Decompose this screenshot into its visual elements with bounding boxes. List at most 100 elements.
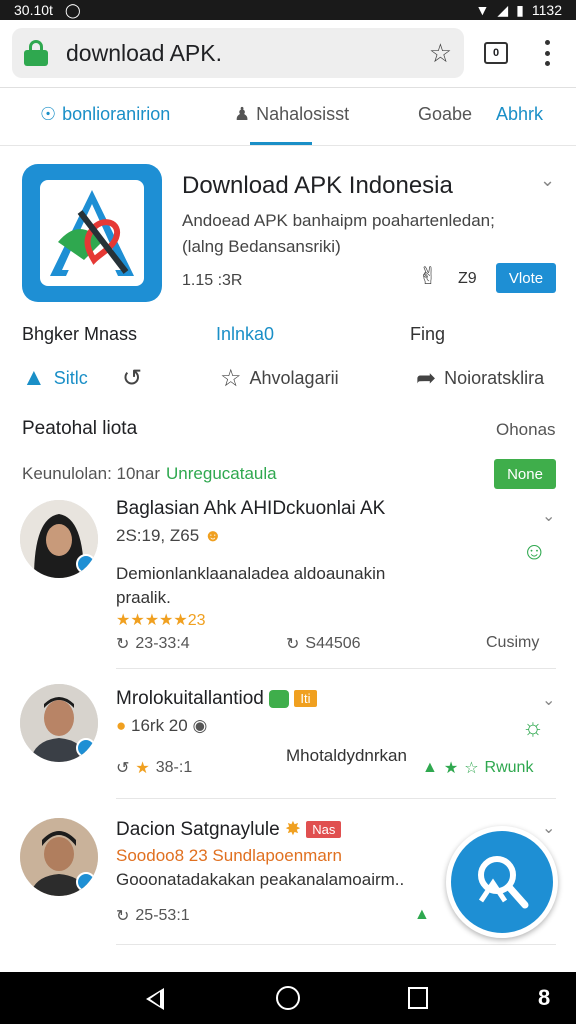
tab-apps[interactable]: Abhrk	[496, 104, 543, 125]
chevron-down-icon[interactable]: ⌄	[542, 818, 555, 838]
info-item: Bhgker Mnass	[22, 324, 138, 344]
overflow-menu-icon[interactable]	[540, 40, 554, 66]
review-link[interactable]: Rwunk	[485, 759, 534, 777]
home-icon: ☉	[40, 104, 57, 124]
review-footer-right[interactable]: ▲	[414, 906, 430, 924]
app-meta: 1.15 :3R	[182, 272, 243, 289]
review-footer-mid: ↻ S44506	[286, 634, 361, 654]
tabs-count-button[interactable]: 0	[484, 42, 508, 64]
review-date: 2S:19, Z65	[116, 526, 200, 545]
review-time: 25-53:1	[135, 907, 190, 924]
avatar[interactable]	[20, 500, 98, 578]
search-icon	[478, 856, 529, 909]
review-footer-right[interactable]: ▲ ★ ☆ Rwunk	[422, 758, 533, 778]
url-bar[interactable]: download APK. ☆	[12, 28, 464, 78]
comment-icon[interactable]: ☼	[522, 714, 544, 742]
chevron-down-icon[interactable]: ⌄	[542, 506, 555, 526]
review-time: 38-:1	[155, 759, 193, 776]
filter-value[interactable]: Unregucataula	[166, 464, 277, 483]
share-action[interactable]: ➦ Noioratsklira	[416, 364, 544, 393]
status-left-text: 30.10t	[14, 2, 53, 18]
game-icon: ▲	[414, 906, 430, 923]
reviewer-name-text: Dacion Satgnaylule	[116, 819, 280, 840]
review-link[interactable]: Cusimy	[486, 634, 539, 652]
filter-label: Keunulolan: 10nar	[22, 464, 161, 483]
assistant-icon[interactable]: 8	[538, 985, 550, 1011]
tab-games[interactable]: Goabe	[418, 104, 472, 125]
recent-apps-icon[interactable]	[408, 987, 428, 1009]
tab-label: Goabe	[418, 104, 473, 124]
star-icon: ★	[443, 760, 459, 777]
lock-icon	[24, 40, 48, 66]
tab-account[interactable]: ♟ Nahalosisst	[234, 104, 349, 125]
rating-stars: ★★★★★23	[116, 612, 206, 629]
vote-button[interactable]: Vlote	[496, 263, 556, 293]
app-title: Download APK Indonesia	[182, 172, 453, 199]
divider	[116, 944, 556, 945]
app-logo-icon[interactable]	[22, 164, 162, 302]
star-outline-icon: ☆	[464, 760, 479, 777]
app-desc-line: (lalng Bedansansriki)	[182, 237, 341, 256]
user-icon: ♟	[234, 104, 251, 124]
review-subtitle: Soodoo8 23 Sundlapoenmarn	[116, 846, 342, 865]
reviewer-name: Mrolokuitallantiod Iti	[116, 688, 317, 710]
review-text: Mhotaldydnrkan	[286, 746, 407, 765]
new-button[interactable]: None	[494, 459, 556, 489]
info-link[interactable]: Inlnka0	[216, 324, 274, 345]
browser-toolbar: download APK. ☆ 0	[0, 20, 576, 88]
verified-badge-icon	[76, 738, 96, 758]
section-title: Peatohal liota	[22, 418, 138, 439]
status-bar: 30.10t ◯ ▼ ◢ ▮ 1132	[0, 0, 576, 20]
game-icon: ▲	[422, 759, 438, 776]
star-icon: ★	[135, 760, 150, 777]
section-link[interactable]: Ohonas	[496, 420, 556, 440]
share-icon: ➦	[416, 365, 437, 392]
thumbs-up-icon: ↺	[116, 760, 130, 777]
bookmark-star-icon[interactable]: ☆	[429, 38, 452, 69]
verified-badge-icon	[76, 554, 96, 574]
coin-icon: ●	[116, 716, 127, 735]
review-footer-right[interactable]: Cusimy	[486, 634, 539, 652]
tab-label: Nahalosisst	[256, 104, 350, 124]
back-icon-inner	[150, 992, 160, 1006]
avatar[interactable]	[20, 818, 98, 896]
thumbs-up-icon: ▲	[22, 364, 46, 391]
tab-home[interactable]: ☉ bonlioranirion	[40, 104, 170, 125]
review-text: Demionlanklaanaladea aldoaunakin praalik…	[116, 564, 386, 607]
info-item: Fing	[410, 324, 446, 344]
divider	[116, 798, 556, 799]
reviewer-name: Baglasian Ahk AHIDckuonlai AK	[116, 498, 386, 519]
search-fab-button[interactable]	[446, 826, 558, 938]
emoji-icon: ☻	[203, 526, 222, 545]
reply-action[interactable]: ↺	[122, 364, 142, 393]
alarm-icon: ◯	[64, 1, 81, 18]
url-text[interactable]: download APK.	[66, 40, 222, 67]
action-label: Noioratsklira	[444, 368, 545, 388]
wifi-icon: ▼	[475, 2, 490, 18]
refresh-icon: ↻	[286, 636, 300, 653]
system-nav-bar: 8	[0, 972, 576, 1024]
nav-tabs: ☉ bonlioranirion ♟ Nahalosisst Goabe Abh…	[0, 88, 576, 146]
filter-bar: Keunulolan: 10nar Unregucataula	[22, 464, 277, 484]
reviewer-name-text: Mrolokuitallantiod	[116, 688, 264, 709]
like-action[interactable]: ▲ Sitlc	[22, 364, 88, 392]
review-subtitle: 2S:19, Z65 ☻	[116, 526, 222, 546]
review-footer-left: ↻ 23-33:4	[116, 634, 190, 654]
favorite-action[interactable]: ☆ Ahvolagarii	[220, 364, 339, 393]
review-count: S44506	[305, 635, 361, 652]
approve-icon[interactable]: ☺	[522, 538, 547, 566]
active-tab-indicator	[250, 142, 312, 145]
refresh-icon: ↻	[116, 636, 130, 653]
signal-icon: ◢	[497, 1, 509, 18]
review-subtitle: ● 16rk 20 ◉	[116, 716, 207, 736]
home-button-icon[interactable]	[276, 986, 300, 1010]
action-label: Ahvolagarii	[249, 368, 339, 388]
tab-label: Abhrk	[496, 104, 544, 124]
thumbs-up-icon[interactable]: ✌	[418, 262, 438, 291]
app-description: Andoead APK banhaipm poahartenledan; (la…	[182, 208, 542, 260]
avatar[interactable]	[20, 684, 98, 762]
chevron-down-icon[interactable]: ⌄	[540, 170, 555, 191]
chevron-down-icon[interactable]: ⌄	[542, 690, 555, 710]
reviewer-tag: Iti	[294, 690, 317, 708]
game-badge-icon	[269, 689, 290, 708]
